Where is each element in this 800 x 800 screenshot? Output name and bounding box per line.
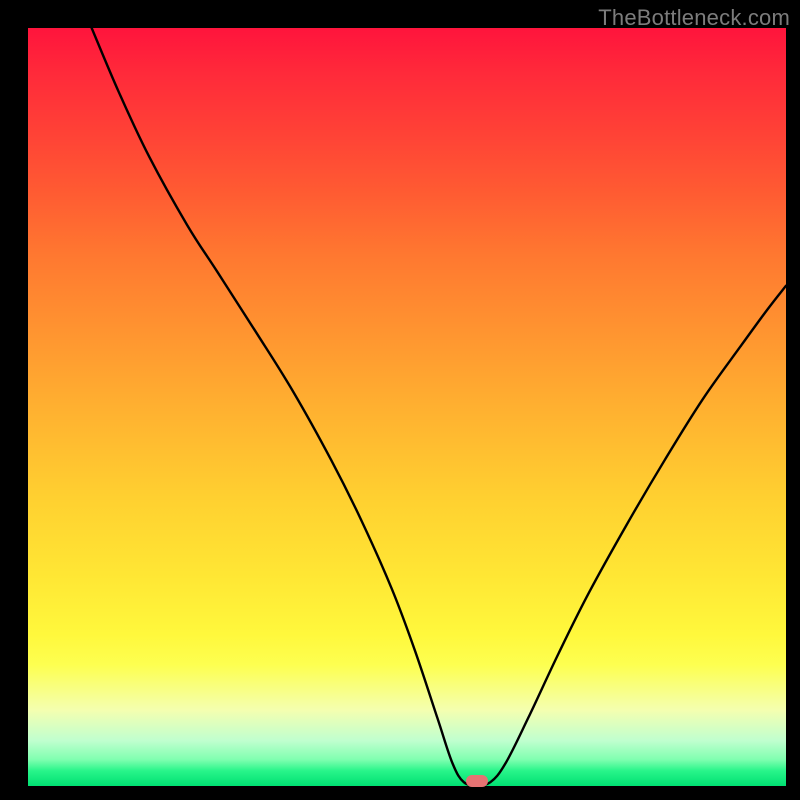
chart-frame: TheBottleneck.com <box>0 0 800 800</box>
plot-area <box>28 28 786 786</box>
optimum-marker <box>466 775 488 787</box>
bottleneck-curve <box>28 28 786 786</box>
watermark-text: TheBottleneck.com <box>598 5 790 31</box>
